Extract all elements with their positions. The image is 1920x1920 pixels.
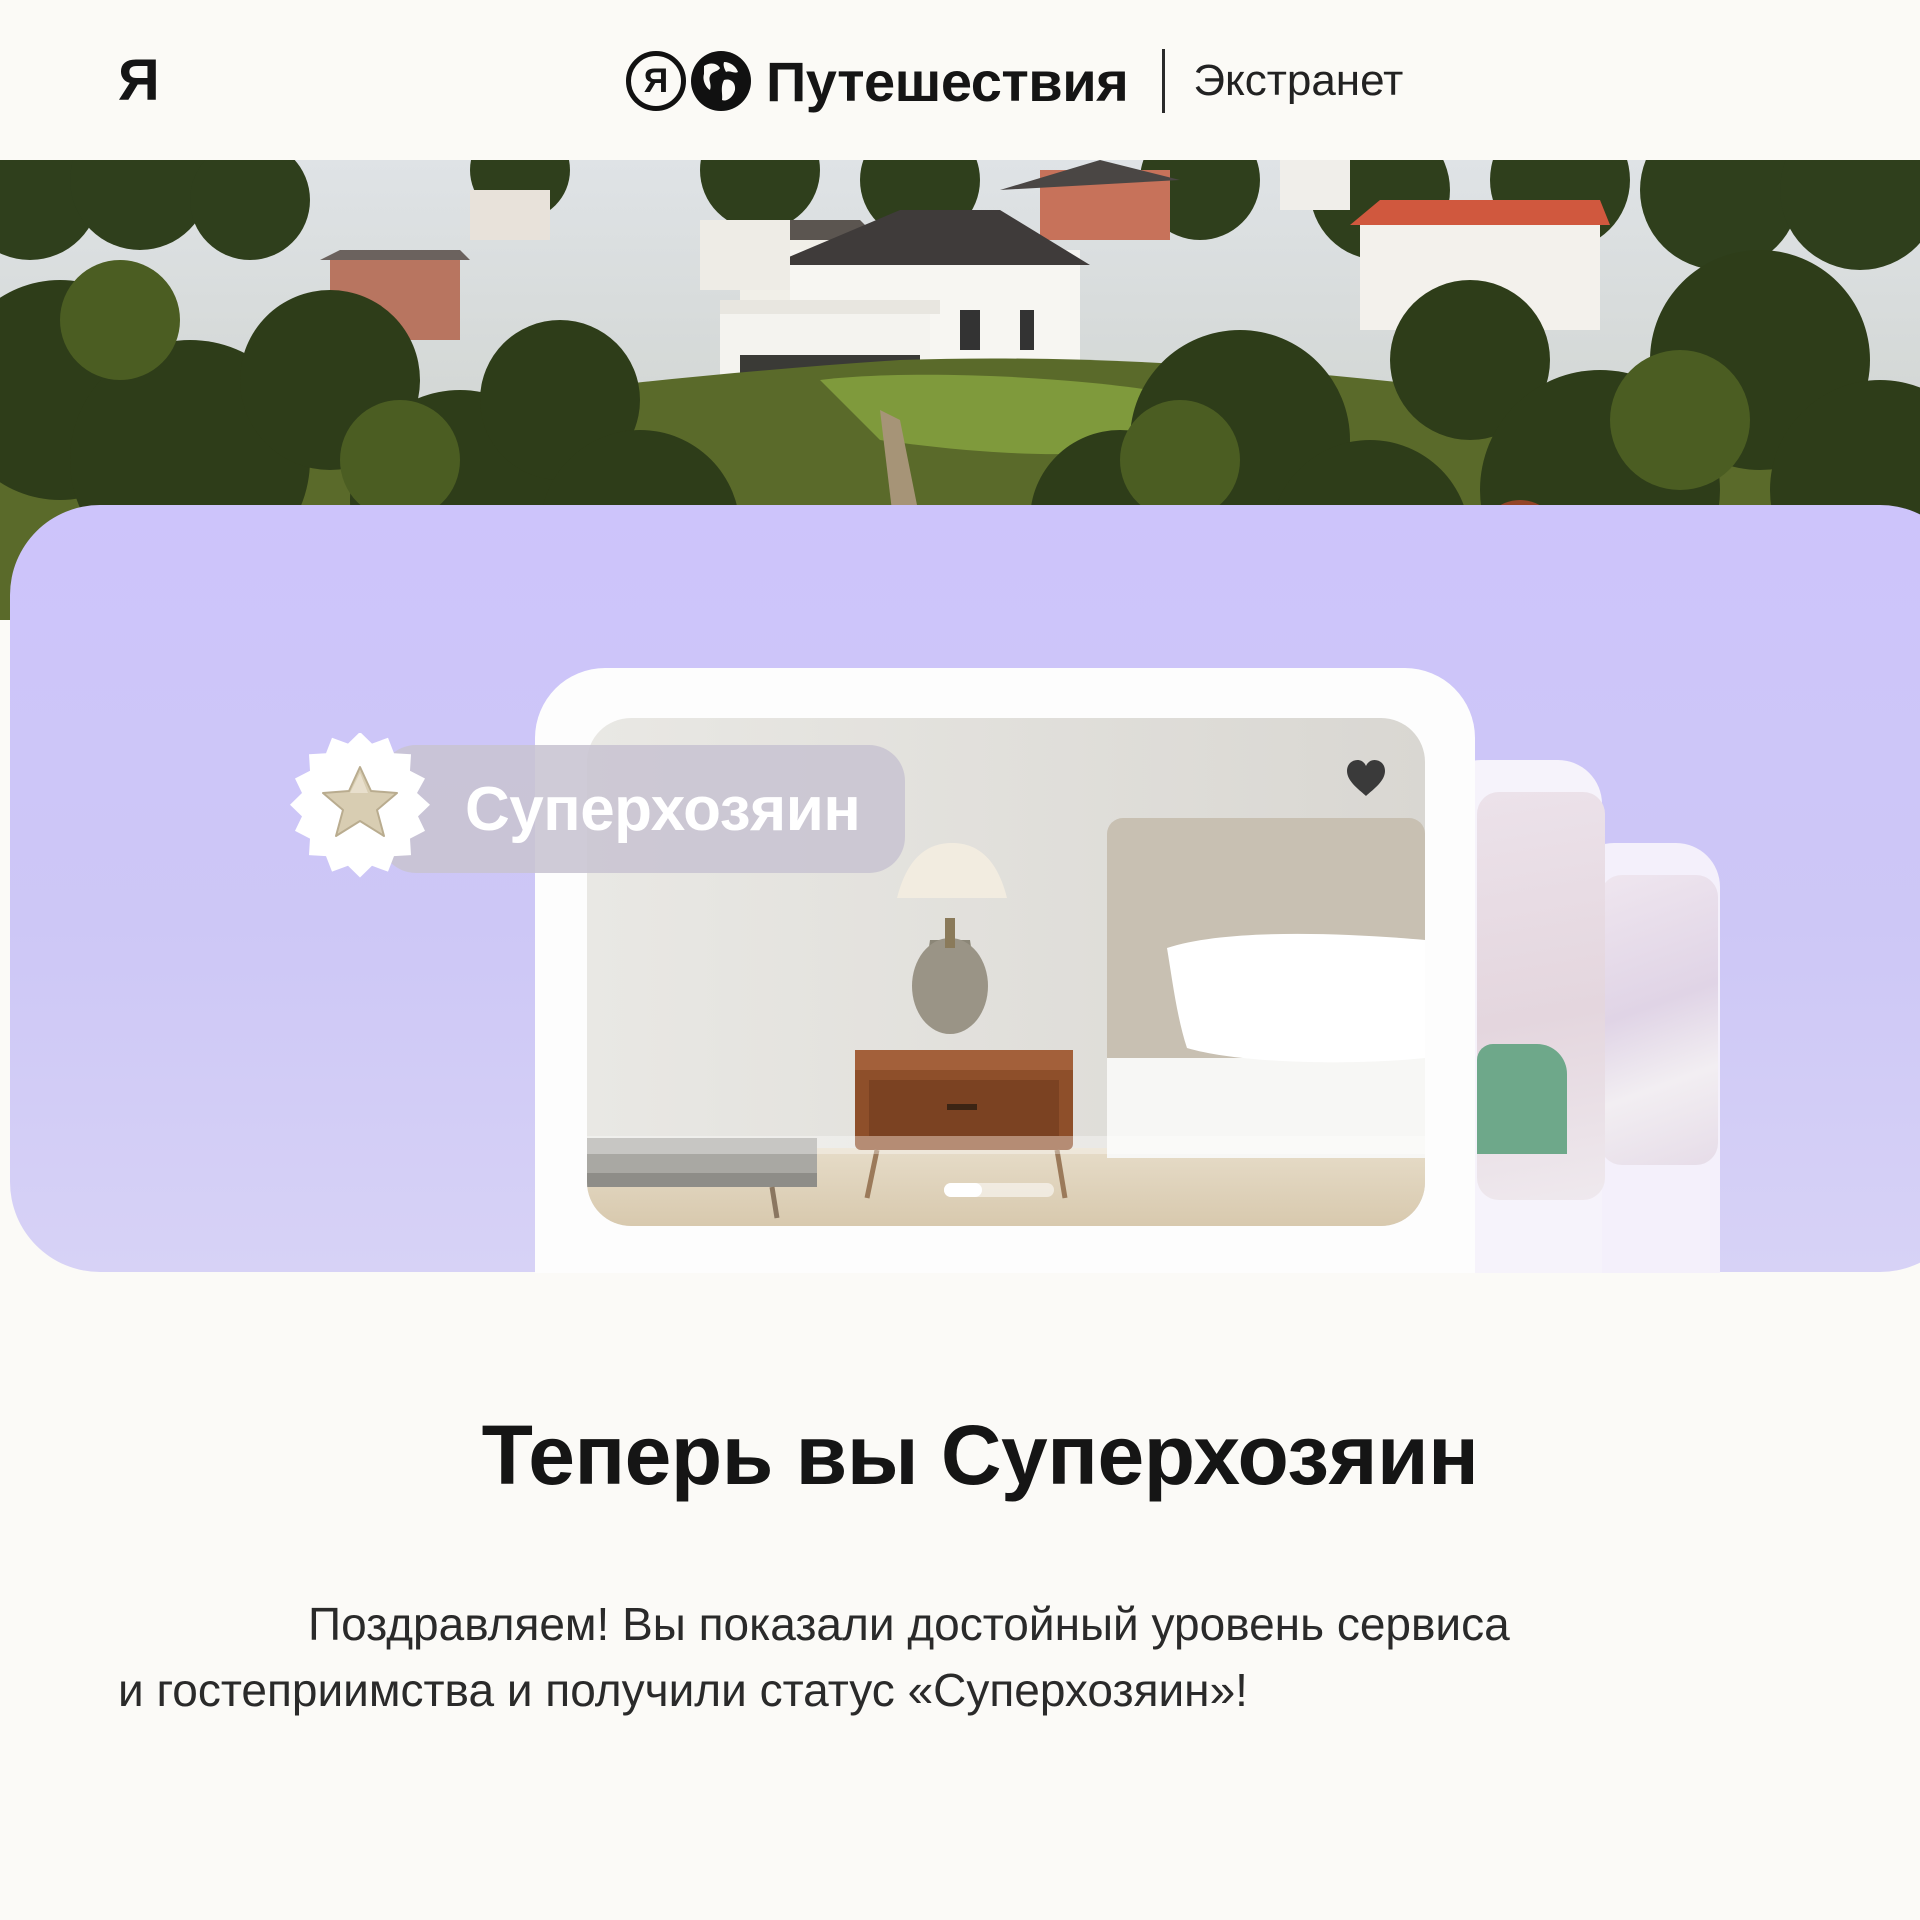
heart-icon[interactable] <box>1345 758 1387 798</box>
star-seal-icon <box>290 733 430 878</box>
congrats-text-line1: Поздравляем! Вы показали достойный урове… <box>308 1598 1510 1650</box>
brand-subtitle: Экстранет <box>1193 56 1404 105</box>
yandex-logo-icon: Я <box>626 51 686 111</box>
page-title: Теперь вы Суперхозяин <box>481 1408 1479 1502</box>
brand-name: Путешествия <box>766 49 1129 113</box>
brand-letter: Я <box>643 62 669 100</box>
yandex-logo[interactable]: Я <box>118 46 160 116</box>
listing-photo-back <box>1600 875 1718 1165</box>
brand-logo[interactable]: Я Путешествия Экстранет <box>626 44 1403 118</box>
header: Я Я Путешествия Экстранет <box>0 0 1920 160</box>
listing-photo-middle <box>1477 792 1605 1200</box>
brand-divider <box>1162 49 1166 113</box>
superhost-badge-label: Суперхозяин <box>465 775 861 844</box>
globe-icon <box>691 51 751 111</box>
congrats-text-line2: и гостеприимства и получили статус «Супе… <box>118 1664 1248 1716</box>
